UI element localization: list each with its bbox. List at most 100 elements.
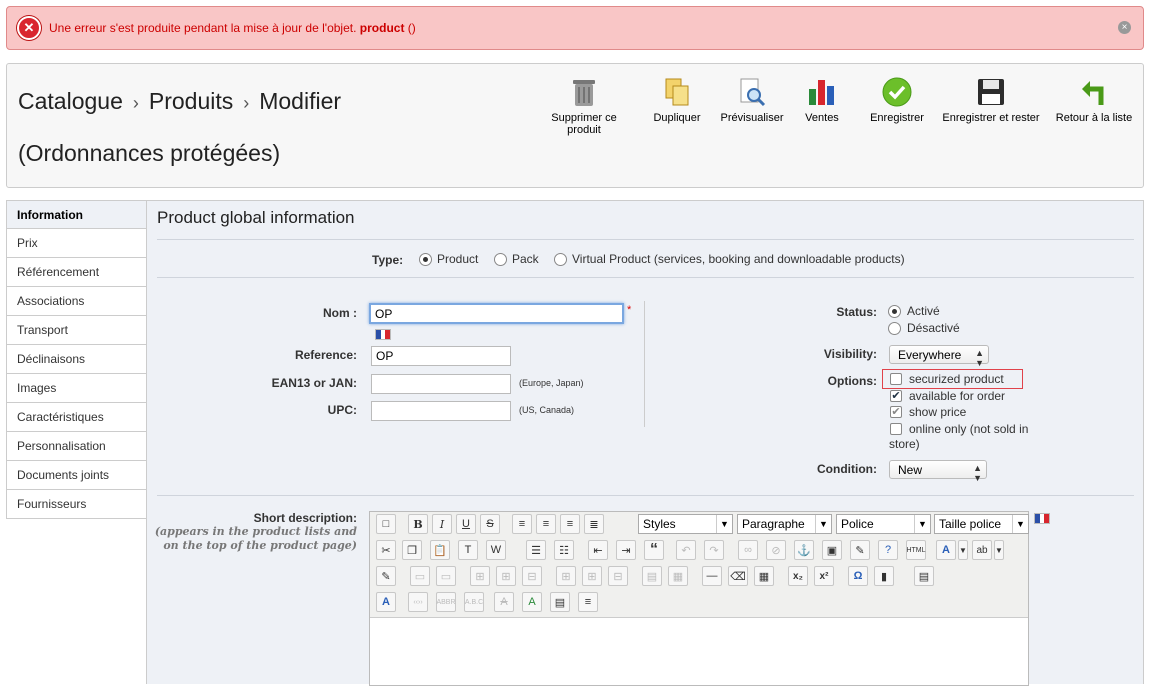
- tab-images[interactable]: Images: [6, 374, 147, 403]
- highlight-color-icon[interactable]: ab: [972, 540, 992, 560]
- tab-associations[interactable]: Associations: [6, 287, 147, 316]
- delete-col-icon[interactable]: ⊟: [608, 566, 628, 586]
- outdent-icon[interactable]: ⇤: [588, 540, 608, 560]
- redo-icon[interactable]: ↷: [704, 540, 724, 560]
- sales-button[interactable]: Ventes: [800, 76, 844, 124]
- split-cells-icon[interactable]: ▤: [642, 566, 662, 586]
- align-left-icon[interactable]: ≡: [512, 514, 532, 534]
- securized-product-checkbox[interactable]: [890, 373, 902, 385]
- save-and-stay-button[interactable]: Enregistrer et rester: [937, 76, 1045, 124]
- font-select[interactable]: Police ▼: [836, 514, 931, 534]
- strikethrough-icon[interactable]: S: [480, 514, 500, 534]
- new-document-icon[interactable]: □: [376, 514, 396, 534]
- paste-icon[interactable]: 📋: [430, 540, 450, 560]
- superscript-icon[interactable]: x²: [814, 566, 834, 586]
- flag-fr-icon[interactable]: [1034, 513, 1050, 524]
- type-pack-radio[interactable]: [494, 253, 507, 266]
- tab-declinaisons[interactable]: Déclinaisons: [6, 345, 147, 374]
- italic-icon[interactable]: I: [432, 514, 452, 534]
- preview-button[interactable]: Prévisualiser: [715, 76, 789, 124]
- link-icon[interactable]: ∞: [738, 540, 758, 560]
- insert-col-before-icon[interactable]: ⊞: [556, 566, 576, 586]
- media-icon[interactable]: ▮: [874, 566, 894, 586]
- indent-icon[interactable]: ⇥: [616, 540, 636, 560]
- delete-row-icon[interactable]: ⊟: [522, 566, 542, 586]
- upc-input[interactable]: [371, 401, 511, 421]
- text-color-icon[interactable]: A: [936, 540, 956, 560]
- horizontal-rule-icon[interactable]: —: [702, 566, 722, 586]
- unlink-icon[interactable]: ⊘: [766, 540, 786, 560]
- tab-referencement[interactable]: Référencement: [6, 258, 147, 287]
- align-right-icon[interactable]: ≡: [560, 514, 580, 534]
- flag-fr-icon[interactable]: [375, 329, 391, 340]
- type-virtual-radio[interactable]: [554, 253, 567, 266]
- nonbreaking-icon[interactable]: ≡: [578, 592, 598, 612]
- condition-select[interactable]: New ▲ ▼: [889, 460, 987, 483]
- tab-prix[interactable]: Prix: [6, 229, 147, 258]
- ean-input[interactable]: [371, 374, 511, 394]
- align-center-icon[interactable]: ≡: [536, 514, 556, 534]
- cell-props-icon[interactable]: ▭: [436, 566, 456, 586]
- cleanup-icon[interactable]: ✎: [850, 540, 870, 560]
- save-button[interactable]: Enregistrer: [865, 76, 929, 124]
- tab-documents-joints[interactable]: Documents joints: [6, 461, 147, 490]
- table-icon[interactable]: ▦: [754, 566, 774, 586]
- bullet-list-icon[interactable]: ☰: [526, 540, 546, 560]
- insert-row-before-icon[interactable]: ⊞: [470, 566, 490, 586]
- paste-word-icon[interactable]: W: [486, 540, 506, 560]
- reference-input[interactable]: OP: [371, 346, 511, 366]
- del-icon[interactable]: A: [494, 592, 514, 612]
- edit-css-icon[interactable]: ✎: [376, 566, 396, 586]
- insert-col-after-icon[interactable]: ⊞: [582, 566, 602, 586]
- chevron-down-icon[interactable]: ▼: [994, 540, 1004, 560]
- back-to-list-button[interactable]: Retour à la liste: [1052, 76, 1136, 124]
- type-product-radio[interactable]: [419, 253, 432, 266]
- row-props-icon[interactable]: ▭: [410, 566, 430, 586]
- merge-cells-icon[interactable]: ▦: [668, 566, 688, 586]
- html-icon[interactable]: HTML: [906, 540, 926, 560]
- bold-icon[interactable]: B: [408, 514, 428, 534]
- visibility-select[interactable]: Everywhere ▲ ▼: [889, 345, 989, 368]
- special-char-icon[interactable]: Ω: [848, 566, 868, 586]
- abbr-icon[interactable]: ABBR: [436, 592, 456, 612]
- available-for-order-checkbox[interactable]: ✔: [890, 390, 902, 402]
- anchor-icon[interactable]: ⚓: [794, 540, 814, 560]
- attributes-icon[interactable]: ▤: [550, 592, 570, 612]
- show-price-checkbox[interactable]: ✔: [890, 406, 902, 418]
- tab-fournisseurs[interactable]: Fournisseurs: [6, 490, 147, 519]
- cut-icon[interactable]: ✂: [376, 540, 396, 560]
- tab-transport[interactable]: Transport: [6, 316, 147, 345]
- breadcrumb-produits[interactable]: Produits: [149, 88, 233, 114]
- blockquote-icon[interactable]: “: [644, 540, 664, 560]
- styleprops-icon[interactable]: A: [376, 592, 396, 612]
- paste-text-icon[interactable]: T: [458, 540, 478, 560]
- styles-select[interactable]: Styles ▼: [638, 514, 733, 534]
- chevron-down-icon[interactable]: ▼: [958, 540, 968, 560]
- image-icon[interactable]: ▣: [822, 540, 842, 560]
- align-justify-icon[interactable]: ≣: [584, 514, 604, 534]
- breadcrumb-catalogue[interactable]: Catalogue: [18, 88, 123, 114]
- template-icon[interactable]: ▤: [914, 566, 934, 586]
- acronym-icon[interactable]: A.B.C: [464, 592, 484, 612]
- tab-caracteristiques[interactable]: Caractéristiques: [6, 403, 147, 432]
- remove-format-icon[interactable]: ⌫: [728, 566, 748, 586]
- subscript-icon[interactable]: x₂: [788, 566, 808, 586]
- status-disabled-radio[interactable]: [888, 322, 901, 335]
- status-active-radio[interactable]: [888, 305, 901, 318]
- paragraph-select[interactable]: Paragraphe ▼: [737, 514, 832, 534]
- copy-icon[interactable]: ❐: [402, 540, 422, 560]
- underline-icon[interactable]: U: [456, 514, 476, 534]
- name-input[interactable]: OP: [369, 303, 624, 324]
- close-icon[interactable]: ×: [1118, 21, 1131, 34]
- duplicate-button[interactable]: Dupliquer: [647, 76, 707, 124]
- help-icon[interactable]: ?: [878, 540, 898, 560]
- delete-product-button[interactable]: Supprimer ce produit: [533, 76, 635, 136]
- tab-personnalisation[interactable]: Personnalisation: [6, 432, 147, 461]
- font-size-select[interactable]: Taille police ▼: [934, 514, 1029, 534]
- numbered-list-icon[interactable]: ☷: [554, 540, 574, 560]
- ins-icon[interactable]: A: [522, 592, 542, 612]
- tab-information[interactable]: Information: [6, 200, 147, 229]
- undo-icon[interactable]: ↶: [676, 540, 696, 560]
- cite-icon[interactable]: ‹‹››: [408, 592, 428, 612]
- insert-row-after-icon[interactable]: ⊞: [496, 566, 516, 586]
